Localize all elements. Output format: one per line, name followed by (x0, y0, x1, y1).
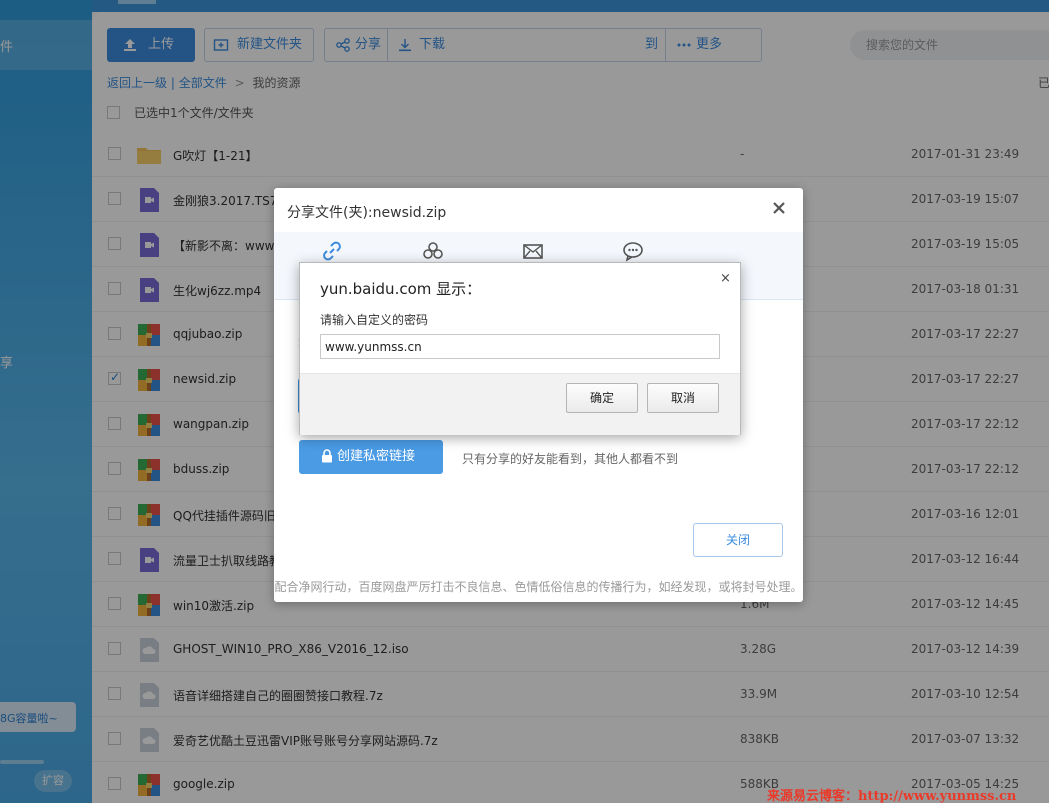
lock-icon (322, 449, 332, 463)
share-dialog-title: 分享文件(夹):newsid.zip (287, 205, 447, 221)
chat-icon[interactable] (622, 240, 644, 262)
ok-button[interactable]: 确定 (566, 383, 638, 413)
create-private-link-label: 创建私密链接 (337, 449, 416, 464)
prompt-label: 请输入自定义的密码 (320, 313, 429, 327)
create-private-link-button[interactable]: 创建私密链接 (299, 440, 443, 474)
prompt-title: yun.baidu.com 显示： (320, 280, 482, 298)
mail-icon[interactable] (522, 240, 544, 262)
password-prompt: yun.baidu.com 显示： × 请输入自定义的密码 确定 取消 (299, 262, 741, 435)
close-button[interactable]: 关闭 (693, 523, 783, 557)
friends-icon[interactable] (422, 240, 444, 262)
prompt-footer: 确定 取消 (300, 373, 740, 435)
prompt-close-icon[interactable]: × (720, 271, 731, 286)
watermark-text: 来源易云博客：http://www.yunmss.cn (767, 789, 1017, 803)
link-icon[interactable] (321, 240, 343, 262)
cancel-button[interactable]: 取消 (647, 383, 719, 413)
password-input[interactable] (320, 334, 720, 359)
close-icon[interactable] (771, 200, 787, 216)
private-link-hint: 只有分享的好友能看到，其他人都看不到 (462, 452, 679, 466)
share-notice: 配合净网行动，百度网盘严厉打击不良信息、色情低俗信息的传播行为，如经发现，或将封… (274, 580, 803, 594)
